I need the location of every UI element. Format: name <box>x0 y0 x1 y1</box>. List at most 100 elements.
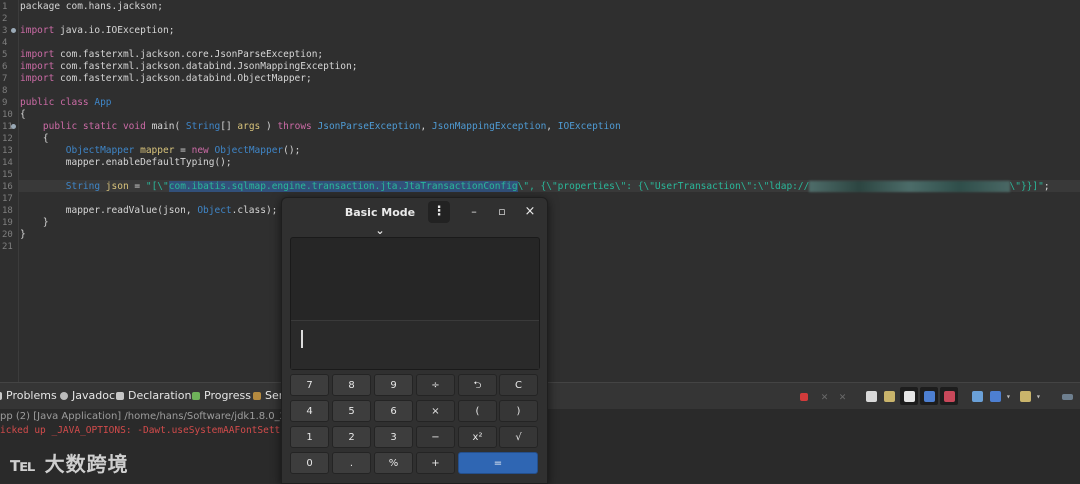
watermark: ℡ 大数跨境 <box>10 448 129 477</box>
console-output-line: icked up _JAVA_OPTIONS: -Dawt.useSystemA… <box>0 425 286 436</box>
key-4[interactable]: 4 <box>290 400 329 422</box>
problems-icon <box>0 392 2 400</box>
progress-icon <box>192 392 200 400</box>
code-line-19: } <box>20 217 49 228</box>
line-number: 7 <box>2 74 8 84</box>
display-console-icon[interactable] <box>990 391 1001 402</box>
tab-servers[interactable]: Ser <box>253 389 283 402</box>
minimize-button[interactable]: – <box>465 203 483 221</box>
servers-icon <box>253 392 261 400</box>
code-line-18: mapper.readValue(json, Object.class); <box>20 205 278 216</box>
key-9[interactable]: 9 <box>374 374 413 396</box>
tab-javadoc[interactable]: Javadoc <box>60 389 115 402</box>
key-multiply[interactable]: × <box>416 400 455 422</box>
code-line-6: import com.fasterxml.jackson.databind.Js… <box>20 61 358 72</box>
pin-console-icon[interactable] <box>972 391 983 402</box>
tab-problems[interactable]: Problems <box>0 389 57 402</box>
code-line-12: { <box>20 133 49 144</box>
line-number: 5 <box>2 50 8 60</box>
code-line-14: mapper.enableDefaultTyping(); <box>20 157 232 168</box>
clear-console-icon[interactable] <box>866 391 877 402</box>
code-line-1: package com.hans.jackson; <box>20 1 163 12</box>
key-1[interactable]: 1 <box>290 426 329 448</box>
chevron-down-icon[interactable]: ▾ <box>1036 391 1047 402</box>
scroll-lock-icon[interactable] <box>884 391 895 402</box>
line-number: 9 <box>2 98 8 108</box>
key-square[interactable]: x² <box>458 426 497 448</box>
expression-input[interactable] <box>291 321 539 369</box>
watermark-text: 大数跨境 <box>44 452 129 476</box>
key-clear[interactable]: C <box>499 374 538 396</box>
key-6[interactable]: 6 <box>374 400 413 422</box>
key-7[interactable]: 7 <box>290 374 329 396</box>
code-line-11: public static void main( String[] args )… <box>20 121 621 132</box>
key-close-paren[interactable]: ) <box>499 400 538 422</box>
word-wrap-icon <box>904 391 915 402</box>
chevron-down-icon: ⌄ <box>375 224 385 237</box>
menu-button[interactable]: ⋮ <box>428 201 450 223</box>
redacted-text <box>809 181 1010 192</box>
key-0[interactable]: 0 <box>290 452 329 474</box>
remove-launch-icon[interactable]: ✕ <box>819 391 830 402</box>
history-area <box>291 238 539 321</box>
tab-declaration[interactable]: Declaration <box>116 389 191 402</box>
line-number: 4 <box>2 38 8 48</box>
key-add[interactable]: + <box>416 452 455 474</box>
code-line-5: import com.fasterxml.jackson.core.JsonPa… <box>20 49 324 60</box>
stdout-icon <box>924 391 935 402</box>
code-line-3: import java.io.IOException; <box>20 25 175 36</box>
key-percent[interactable]: % <box>374 452 413 474</box>
key-2[interactable]: 2 <box>332 426 371 448</box>
calculator-display <box>290 237 540 370</box>
code-line-20: } <box>20 229 26 240</box>
code-line-13: ObjectMapper mapper = new ObjectMapper()… <box>20 145 301 156</box>
line-number: 17 <box>2 194 13 204</box>
stderr-icon <box>944 391 955 402</box>
key-3[interactable]: 3 <box>374 426 413 448</box>
fold-marker-icon[interactable] <box>11 124 16 129</box>
key-open-paren[interactable]: ( <box>458 400 497 422</box>
key-divide[interactable]: ÷ <box>416 374 455 396</box>
calculator-header-bar[interactable]: Basic Mode ⌄ ⋮ – ▫ × <box>282 198 547 237</box>
line-number: 19 <box>2 218 13 228</box>
text-selection: com.ibatis.sqlmap.engine.transaction.jta… <box>168 181 518 192</box>
code-line-10: { <box>20 109 26 120</box>
watermark-logo-icon: ℡ <box>10 452 37 476</box>
line-number: 15 <box>2 170 13 180</box>
key-5[interactable]: 5 <box>332 400 371 422</box>
line-number-gutter: 1 2 3 4 5 6 7 8 9 10 11 12 13 14 15 16 1… <box>0 0 19 382</box>
code-line-16: String json = "[\"com.ibatis.sqlmap.engi… <box>20 181 1050 192</box>
mode-selector-button[interactable]: Basic Mode ⌄ <box>340 204 420 237</box>
line-number: 18 <box>2 206 13 216</box>
key-equals[interactable]: = <box>458 452 538 474</box>
minimize-view-icon[interactable] <box>1062 394 1073 400</box>
line-number: 2 <box>2 14 8 24</box>
fold-marker-icon[interactable] <box>11 28 16 33</box>
line-number: 16 <box>2 182 13 192</box>
code-line-9: public class App <box>20 97 112 108</box>
code-line-7: import com.fasterxml.jackson.databind.Ob… <box>20 73 312 84</box>
line-number: 8 <box>2 86 8 96</box>
line-number: 21 <box>2 242 13 252</box>
text-cursor <box>301 330 303 348</box>
line-number: 1 <box>2 2 8 12</box>
line-number: 14 <box>2 158 13 168</box>
javadoc-icon <box>60 392 68 400</box>
tab-progress[interactable]: Progress <box>192 389 251 402</box>
maximize-button[interactable]: ▫ <box>493 203 511 221</box>
line-number: 20 <box>2 230 13 240</box>
chevron-down-icon[interactable]: ▾ <box>1006 391 1017 402</box>
key-decimal[interactable]: . <box>332 452 371 474</box>
open-console-icon[interactable] <box>1020 391 1031 402</box>
remove-all-icon[interactable]: ✕ <box>837 391 848 402</box>
calculator-window[interactable]: Basic Mode ⌄ ⋮ – ▫ × 7 8 9 ÷ ⮌ C 4 5 6 ×… <box>281 197 548 484</box>
key-undo[interactable]: ⮌ <box>458 374 497 396</box>
key-8[interactable]: 8 <box>332 374 371 396</box>
close-button[interactable]: × <box>521 203 539 221</box>
line-number: 13 <box>2 146 13 156</box>
line-number: 10 <box>2 110 13 120</box>
key-square-root[interactable]: √ <box>499 426 538 448</box>
key-subtract[interactable]: − <box>416 426 455 448</box>
terminate-icon[interactable] <box>800 393 808 401</box>
line-number: 6 <box>2 62 8 72</box>
